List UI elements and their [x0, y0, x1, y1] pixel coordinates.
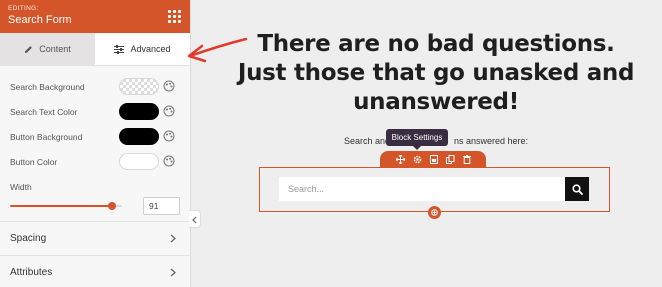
- grid-drag-icon[interactable]: [168, 10, 181, 23]
- collapse-sidebar-button[interactable]: [189, 210, 201, 228]
- duplicate-icon[interactable]: [445, 154, 455, 164]
- palette-icon[interactable]: [163, 130, 175, 142]
- width-slider-thumb[interactable]: [108, 202, 116, 210]
- palette-icon[interactable]: [163, 105, 175, 117]
- move-icon[interactable]: [395, 154, 405, 164]
- block-toolbar: [380, 151, 486, 167]
- save-icon[interactable]: [429, 154, 438, 164]
- add-block-button[interactable]: [428, 206, 441, 219]
- trash-icon[interactable]: [462, 154, 471, 164]
- search-background-label: Search Background: [10, 82, 85, 92]
- button-background-swatch[interactable]: [119, 128, 159, 145]
- search-text-color-label: Search Text Color: [10, 107, 78, 117]
- tab-content[interactable]: Content: [0, 33, 95, 65]
- sidebar: EDITING: Search Form Content Advanced Se…: [0, 0, 191, 287]
- search-input[interactable]: Search...: [279, 177, 565, 201]
- headline-line: Just those that go unasked and: [237, 60, 635, 86]
- subtitle-left: Search and: [343, 136, 390, 146]
- chevron-right-icon: [170, 268, 176, 277]
- palette-icon[interactable]: [163, 80, 175, 92]
- section-attributes-label: Attributes: [10, 267, 53, 278]
- sliders-icon: [114, 44, 125, 54]
- block-title: Search Form: [8, 14, 72, 26]
- section-spacing-label: Spacing: [10, 233, 47, 244]
- chevron-right-icon: [170, 234, 176, 243]
- sidebar-header: EDITING: Search Form: [0, 0, 190, 33]
- search-text-color-swatch[interactable]: [119, 103, 159, 120]
- tabs: Content Advanced: [0, 33, 190, 66]
- width-input[interactable]: 91: [143, 197, 180, 215]
- search-button[interactable]: [565, 177, 589, 201]
- tab-advanced[interactable]: Advanced: [95, 33, 190, 65]
- gear-icon[interactable]: [413, 155, 422, 164]
- editing-label: EDITING:: [8, 5, 39, 12]
- width-label: Width: [10, 182, 32, 192]
- search-background-swatch[interactable]: [119, 78, 159, 95]
- button-color-swatch[interactable]: [119, 153, 159, 170]
- headline-line: unanswered!: [353, 89, 519, 115]
- button-background-label: Button Background: [10, 132, 83, 142]
- pencil-icon: [25, 45, 33, 53]
- plus-icon: [431, 209, 438, 216]
- search-icon: [571, 183, 583, 195]
- button-color-label: Button Color: [10, 157, 58, 167]
- headline-line: There are no bad questions.: [257, 31, 615, 57]
- width-slider[interactable]: [10, 202, 122, 210]
- headline: There are no bad questions. Just those t…: [232, 30, 640, 117]
- tab-content-label: Content: [39, 44, 71, 54]
- page-root: EDITING: Search Form Content Advanced Se…: [0, 0, 662, 287]
- tab-advanced-label: Advanced: [130, 44, 171, 54]
- width-slider-fill: [10, 205, 112, 207]
- subtitle-right: ns answered here:: [454, 136, 529, 146]
- section-spacing[interactable]: Spacing: [0, 221, 190, 255]
- chevron-left-icon: [192, 216, 197, 224]
- palette-icon[interactable]: [163, 155, 175, 167]
- block-settings-tooltip: Block Settings: [386, 129, 448, 150]
- section-attributes[interactable]: Attributes: [0, 255, 190, 287]
